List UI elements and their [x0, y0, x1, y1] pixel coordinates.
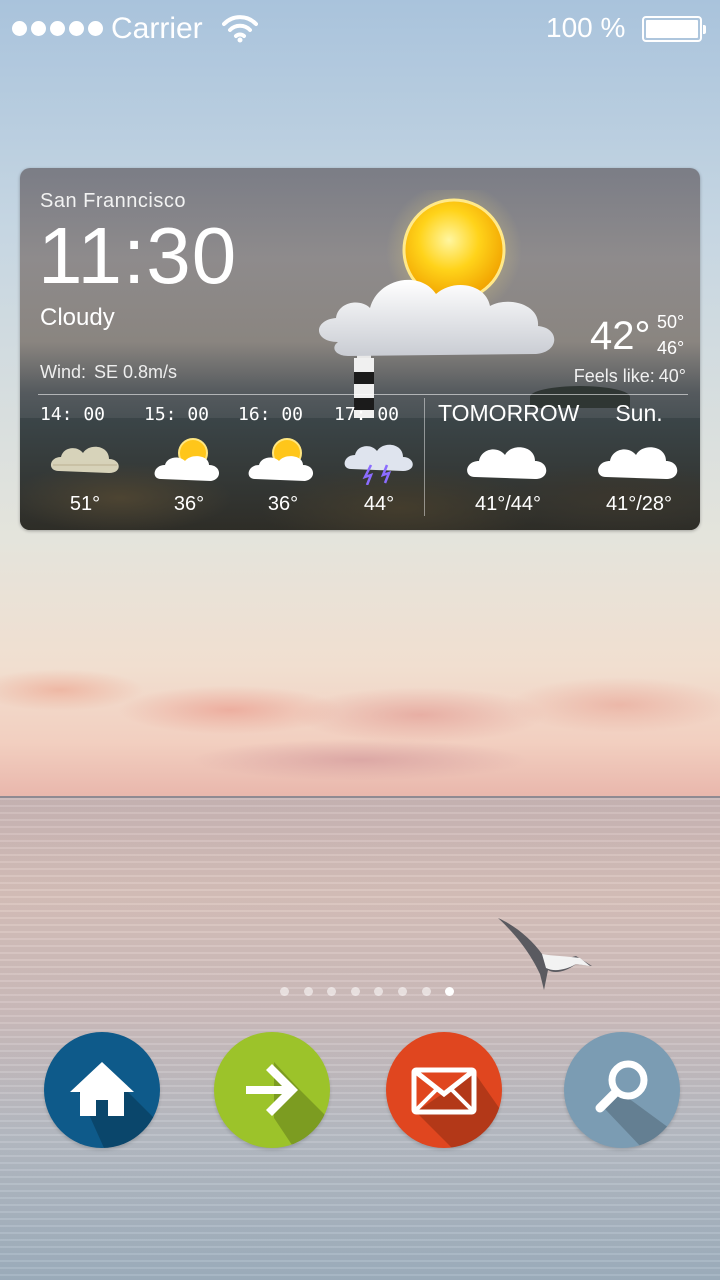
hourly-temperature: 51° [69, 493, 101, 515]
wifi-icon [222, 15, 258, 43]
forward-button[interactable] [214, 1032, 330, 1148]
mail-button[interactable] [386, 1032, 502, 1148]
carrier-name: Carrier [111, 12, 203, 45]
weather-widget[interactable]: San Franncisco 11:30 Cloudy Wind: SE 0.8m… [20, 168, 700, 530]
hourly-temperature: 44° [363, 493, 395, 515]
city-name: San Franncisco [40, 190, 186, 212]
partly-sunny-icon [154, 438, 220, 481]
wallpaper-clouds [0, 620, 720, 800]
current-temperature: 42° [590, 314, 651, 358]
wind-value: SE 0.8m/s [94, 362, 178, 382]
feels-like: Feels like: 40° [574, 366, 686, 387]
partly-sunny-icon [248, 438, 314, 481]
page-dot[interactable] [445, 987, 455, 996]
page-dot[interactable] [327, 987, 337, 996]
page-dot[interactable] [374, 987, 384, 996]
cloud-icon [598, 447, 678, 479]
hourly-forecast-item: 16: 00 36° [238, 404, 328, 516]
page-dot[interactable] [303, 987, 313, 996]
hourly-time: 16: 00 [238, 404, 304, 425]
page-dot[interactable] [397, 987, 407, 996]
page-indicator[interactable] [280, 987, 455, 996]
cloud-icon [467, 447, 547, 479]
cloud-icon [318, 279, 555, 356]
hourly-time: 14: 00 [40, 404, 106, 425]
low-temperature: 46° [657, 338, 685, 358]
page-dot[interactable] [421, 987, 431, 996]
hourly-forecast-item: 15: 00 36° [144, 404, 234, 516]
seagull-image [498, 918, 592, 990]
cloudy-icon [50, 446, 119, 473]
hourly-temperature: 36° [267, 493, 299, 515]
weather-condition: Cloudy [40, 304, 115, 331]
feels-like-value: 40° [658, 366, 686, 386]
daily-label: TOMORROW [438, 400, 580, 426]
hourly-forecast-item: 17: 00 44° [334, 404, 424, 516]
arrow-right-icon [246, 1062, 330, 1148]
page-dot[interactable] [280, 987, 289, 996]
signal-strength-icon [12, 21, 103, 36]
battery-percentage: 100 % [546, 12, 626, 43]
high-temperature: 50° [657, 312, 685, 332]
hourly-time: 17: 00 [334, 404, 400, 425]
wind-label: Wind: [40, 362, 87, 382]
feels-like-label: Feels like: [573, 366, 655, 386]
home-button[interactable] [44, 1032, 160, 1148]
thunderstorm-icon [344, 444, 413, 485]
mail-icon [411, 1067, 502, 1148]
wind-info: Wind: SE 0.8m/s [40, 362, 177, 383]
hourly-forecast-item: 14: 00 51° [40, 404, 130, 516]
page-dot[interactable] [350, 987, 360, 996]
battery-icon [642, 16, 706, 42]
search-button[interactable] [564, 1032, 680, 1148]
daily-temperature: 41°/44° [474, 493, 542, 515]
widget-divider [38, 394, 688, 395]
home-icon [70, 1062, 160, 1148]
clock-time[interactable]: 11:30 [38, 216, 237, 296]
status-bar: Carrier 100 % [0, 0, 720, 60]
hourly-time: 15: 00 [144, 404, 210, 425]
forecast-divider [424, 398, 425, 516]
daily-forecast-item: TOMORROW 41°/44° [438, 400, 580, 516]
daily-forecast-item: Sun. 41°/28° [584, 400, 694, 516]
search-icon [595, 1060, 680, 1148]
hourly-temperature: 36° [173, 493, 205, 515]
daily-temperature: 41°/28° [605, 493, 673, 515]
daily-label: Sun. [615, 400, 663, 426]
